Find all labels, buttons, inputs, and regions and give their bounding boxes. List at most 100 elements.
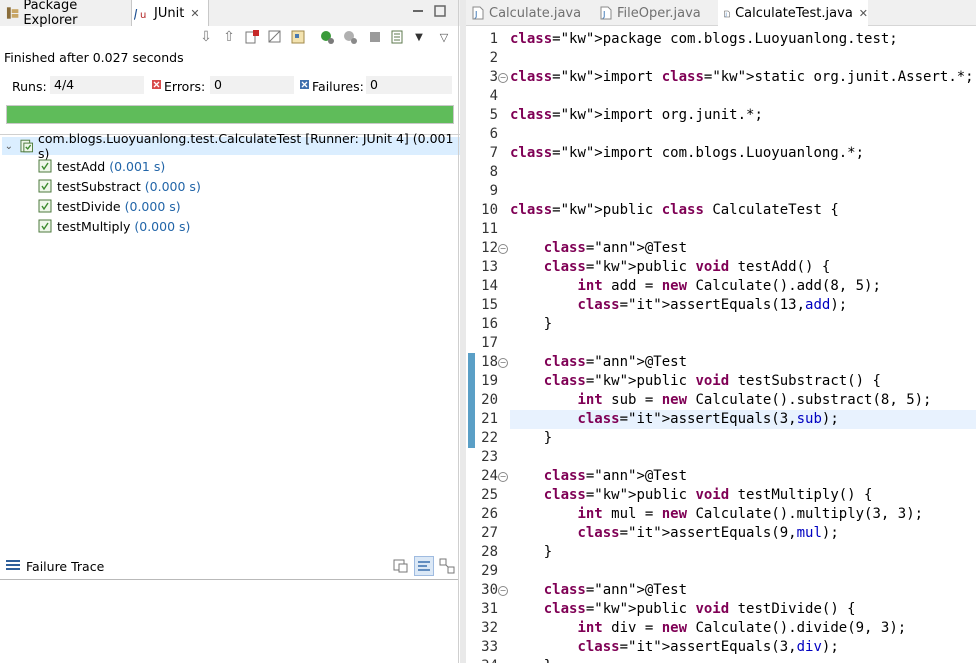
code-line[interactable]: int div = new Calculate().divide(9, 3); xyxy=(510,619,976,638)
filter-stack-trace-button[interactable] xyxy=(414,556,434,576)
editor-tab-calculate[interactable]: J Calculate.java xyxy=(472,0,592,26)
line-number: 28 xyxy=(481,544,498,560)
code-line[interactable]: class="kw">public void testMultiply() { xyxy=(510,486,976,505)
editor-tab-fileoper[interactable]: J FileOper.java xyxy=(600,0,710,26)
code-line[interactable]: class="kw">package com.blogs.Luoyuanlong… xyxy=(510,30,976,49)
stack-trace-icon xyxy=(6,560,20,570)
minimize-icon[interactable] xyxy=(411,4,425,18)
fold-toggle-icon[interactable]: − xyxy=(498,358,508,368)
chevron-down-icon[interactable]: ▼ xyxy=(410,28,428,46)
view-menu-icon[interactable]: ▽ xyxy=(435,28,453,46)
code-line[interactable] xyxy=(510,220,976,239)
test-passed-icon xyxy=(38,219,52,233)
test-tree-root[interactable]: ⌄ com.blogs.Luoyuanlong.test.CalculateTe… xyxy=(2,131,460,161)
code-line[interactable]: class="it">assertEquals(13,add); xyxy=(510,296,976,315)
test-case-time: (0.000 s) xyxy=(124,198,181,214)
test-case-row[interactable]: testSubstract (0.000 s) xyxy=(38,177,201,195)
line-number: 8 xyxy=(489,164,498,180)
code-line[interactable]: class="it">assertEquals(9,mul); xyxy=(510,524,976,543)
line-number: 9 xyxy=(489,183,498,199)
code-line[interactable]: class="it">assertEquals(3,sub); xyxy=(510,410,976,429)
test-case-row[interactable]: testAdd (0.001 s) xyxy=(38,157,165,175)
line-number: 10 xyxy=(481,202,498,218)
code-line[interactable]: class="ann">@Test xyxy=(510,353,976,372)
editor-tab-label: CalculateTest.java xyxy=(735,6,853,21)
tab-label: JUnit xyxy=(154,5,185,21)
code-line[interactable] xyxy=(510,125,976,144)
line-number: 11 xyxy=(481,221,498,237)
code-line[interactable] xyxy=(510,562,976,581)
java-file-icon: J xyxy=(600,6,612,20)
fold-toggle-icon[interactable]: − xyxy=(498,244,508,254)
rerun-test-icon[interactable] xyxy=(318,28,336,46)
tab-junit[interactable]: J u JUnit ✕ xyxy=(131,0,209,26)
test-run-history-icon[interactable] xyxy=(389,28,407,46)
next-failure-icon[interactable]: ⇩ xyxy=(197,28,215,46)
code-line[interactable] xyxy=(510,334,976,353)
code-line[interactable]: int sub = new Calculate().substract(8, 5… xyxy=(510,391,976,410)
left-tab-bar: Package Explorer J u JUnit ✕ xyxy=(0,0,460,28)
editor-tab-label: Calculate.java xyxy=(489,5,582,21)
code-line[interactable]: class="kw">public void testDivide() { xyxy=(510,600,976,619)
show-failures-only-icon[interactable] xyxy=(243,28,261,46)
code-line[interactable]: int add = new Calculate().add(8, 5); xyxy=(510,277,976,296)
code-line[interactable]: } xyxy=(510,543,976,562)
code-line[interactable] xyxy=(510,448,976,467)
java-file-icon: J xyxy=(472,6,484,20)
code-line[interactable]: class="ann">@Test xyxy=(510,467,976,486)
code-line[interactable]: class="kw">import org.junit.*; xyxy=(510,106,976,125)
code-line[interactable]: class="kw">import class="kw">static org.… xyxy=(510,68,976,87)
code-line[interactable]: class="kw">public class CalculateTest { xyxy=(510,201,976,220)
code-line[interactable]: class="kw">public void testSubstract() { xyxy=(510,372,976,391)
code-line[interactable]: class="kw">import com.blogs.Luoyuanlong.… xyxy=(510,144,976,163)
line-number: 5 xyxy=(489,107,498,123)
test-case-time: (0.001 s) xyxy=(109,158,166,174)
code-line[interactable] xyxy=(510,87,976,106)
code-line[interactable] xyxy=(510,182,976,201)
close-icon[interactable]: ✕ xyxy=(190,7,199,20)
close-icon[interactable]: ✕ xyxy=(859,7,868,20)
code-line[interactable] xyxy=(510,49,976,68)
test-suite-icon xyxy=(19,139,33,153)
code-line[interactable]: } xyxy=(510,657,976,663)
code-line[interactable]: } xyxy=(510,429,976,448)
code-line[interactable]: int mul = new Calculate().multiply(3, 3)… xyxy=(510,505,976,524)
line-number: 13 xyxy=(481,259,498,275)
fold-toggle-icon[interactable]: − xyxy=(498,472,508,482)
line-number: 23 xyxy=(481,449,498,465)
code-line[interactable] xyxy=(510,163,976,182)
rerun-failed-first-icon[interactable] xyxy=(341,28,359,46)
copy-trace-icon[interactable] xyxy=(439,558,455,574)
code-line[interactable]: class="it">assertEquals(3,div); xyxy=(510,638,976,657)
code-line[interactable]: class="kw">public void testAdd() { xyxy=(510,258,976,277)
compare-results-icon[interactable] xyxy=(393,558,409,574)
line-number: 17 xyxy=(481,335,498,351)
code-area[interactable]: class="kw">package com.blogs.Luoyuanlong… xyxy=(510,27,976,663)
code-line[interactable]: class="ann">@Test xyxy=(510,239,976,258)
runs-value: 4/4 xyxy=(50,76,144,94)
maximize-icon[interactable] xyxy=(433,4,447,18)
history-icon[interactable] xyxy=(289,28,307,46)
scroll-lock-icon[interactable] xyxy=(266,28,284,46)
line-number: 16 xyxy=(481,316,498,332)
editor-tab-label: FileOper.java xyxy=(617,5,701,21)
line-number: 6 xyxy=(489,126,498,142)
line-number: 32 xyxy=(481,620,498,636)
fold-toggle-icon[interactable]: − xyxy=(498,586,508,596)
test-case-time: (0.000 s) xyxy=(144,178,201,194)
fold-toggle-icon[interactable]: − xyxy=(498,73,508,83)
code-line[interactable]: } xyxy=(510,315,976,334)
test-case-row[interactable]: testDivide (0.000 s) xyxy=(38,197,181,215)
code-line[interactable]: class="ann">@Test xyxy=(510,581,976,600)
stop-icon[interactable] xyxy=(366,28,384,46)
progress-fill xyxy=(7,106,453,123)
test-case-row[interactable]: testMultiply (0.000 s) xyxy=(38,217,190,235)
test-progress-bar xyxy=(6,105,454,124)
line-number: 4 xyxy=(489,88,498,104)
editor-tab-calculatetest[interactable]: J CalculateTest.java ✕ xyxy=(718,0,868,27)
tab-label: Package Explorer xyxy=(23,0,78,28)
expand-chevron-icon[interactable]: ⌄ xyxy=(2,141,16,152)
svg-text:u: u xyxy=(140,10,146,20)
tab-package-explorer[interactable]: Package Explorer xyxy=(2,0,130,28)
previous-failure-icon[interactable]: ⇧ xyxy=(220,28,238,46)
